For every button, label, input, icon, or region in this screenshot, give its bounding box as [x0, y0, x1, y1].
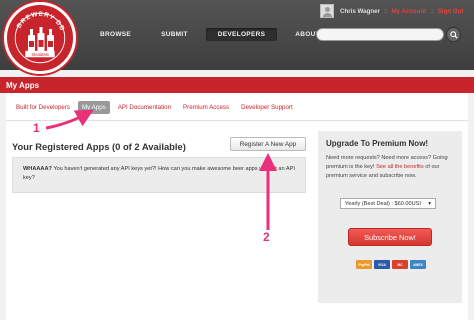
tab-built-for-developers[interactable]: Built for Developers: [12, 101, 74, 114]
mastercard-icon: MC: [392, 260, 408, 269]
nav-browse[interactable]: BROWSE: [88, 28, 143, 41]
my-account-link[interactable]: My Account: [391, 8, 426, 15]
subscribe-button[interactable]: Subscribe Now!: [348, 228, 432, 246]
nav-developers[interactable]: DEVELOPERS: [205, 28, 278, 41]
search-box: [316, 28, 444, 47]
sign-out-link[interactable]: Sign Out: [438, 8, 464, 15]
notice-text: You haven't generated any API keys yet?!…: [23, 166, 295, 181]
main-nav: BROWSE SUBMIT DEVELOPERS ABOUT: [88, 28, 332, 41]
visa-icon: VISA: [374, 260, 390, 269]
nav-submit[interactable]: SUBMIT: [149, 28, 200, 41]
payment-cards: PayPal VISA MC AMEX: [356, 260, 426, 269]
user-bar: Chris Wagner :: My Account :: Sign Out: [320, 4, 464, 18]
registered-apps-heading: Your Registered Apps (0 of 2 Available): [12, 141, 186, 152]
tab-premium-access[interactable]: Premium Access: [179, 101, 233, 114]
tab-my-apps[interactable]: My Apps: [78, 101, 110, 114]
separator: ::: [430, 7, 434, 15]
plan-select[interactable]: Yearly (Best Deal) : $60.00USI ▾: [340, 198, 436, 209]
upgrade-text: Need more requests? Need more access? Go…: [326, 154, 454, 181]
search-input[interactable]: [317, 35, 443, 47]
chevron-down-icon: ▾: [428, 200, 431, 207]
username: Chris Wagner: [340, 7, 380, 15]
page-title: My Apps: [0, 77, 474, 93]
developer-tabs: Built for Developers My Apps API Documen…: [12, 101, 297, 114]
avatar[interactable]: [320, 4, 334, 18]
tab-developer-support[interactable]: Developer Support: [237, 101, 297, 114]
upgrade-panel: Upgrade To Premium Now! Need more reques…: [318, 131, 462, 303]
tab-api-documentation[interactable]: API Documentation: [114, 101, 175, 114]
paypal-icon: PayPal: [356, 260, 372, 269]
tabs-divider: [6, 120, 468, 121]
brewerydb-logo[interactable]: BREWERY DB Steadfast: [4, 2, 76, 74]
annotation-label-1: 1: [33, 121, 40, 135]
annotation-label-2: 2: [263, 230, 270, 244]
register-new-app-button[interactable]: Register A New App: [230, 137, 306, 151]
separator: ::: [384, 7, 388, 15]
notice-strong: WHAAAA?: [23, 166, 52, 172]
benefits-link[interactable]: See all the benefits: [376, 164, 424, 170]
search-icon: [449, 30, 458, 39]
no-keys-notice: WHAAAA? You haven't generated any API ke…: [12, 157, 306, 193]
amex-icon: AMEX: [410, 260, 426, 269]
search-button[interactable]: [446, 27, 461, 42]
bottles-icon: [28, 27, 54, 53]
plan-value: Yearly (Best Deal) : $60.00USI: [345, 200, 421, 207]
upgrade-title: Upgrade To Premium Now!: [326, 139, 429, 148]
